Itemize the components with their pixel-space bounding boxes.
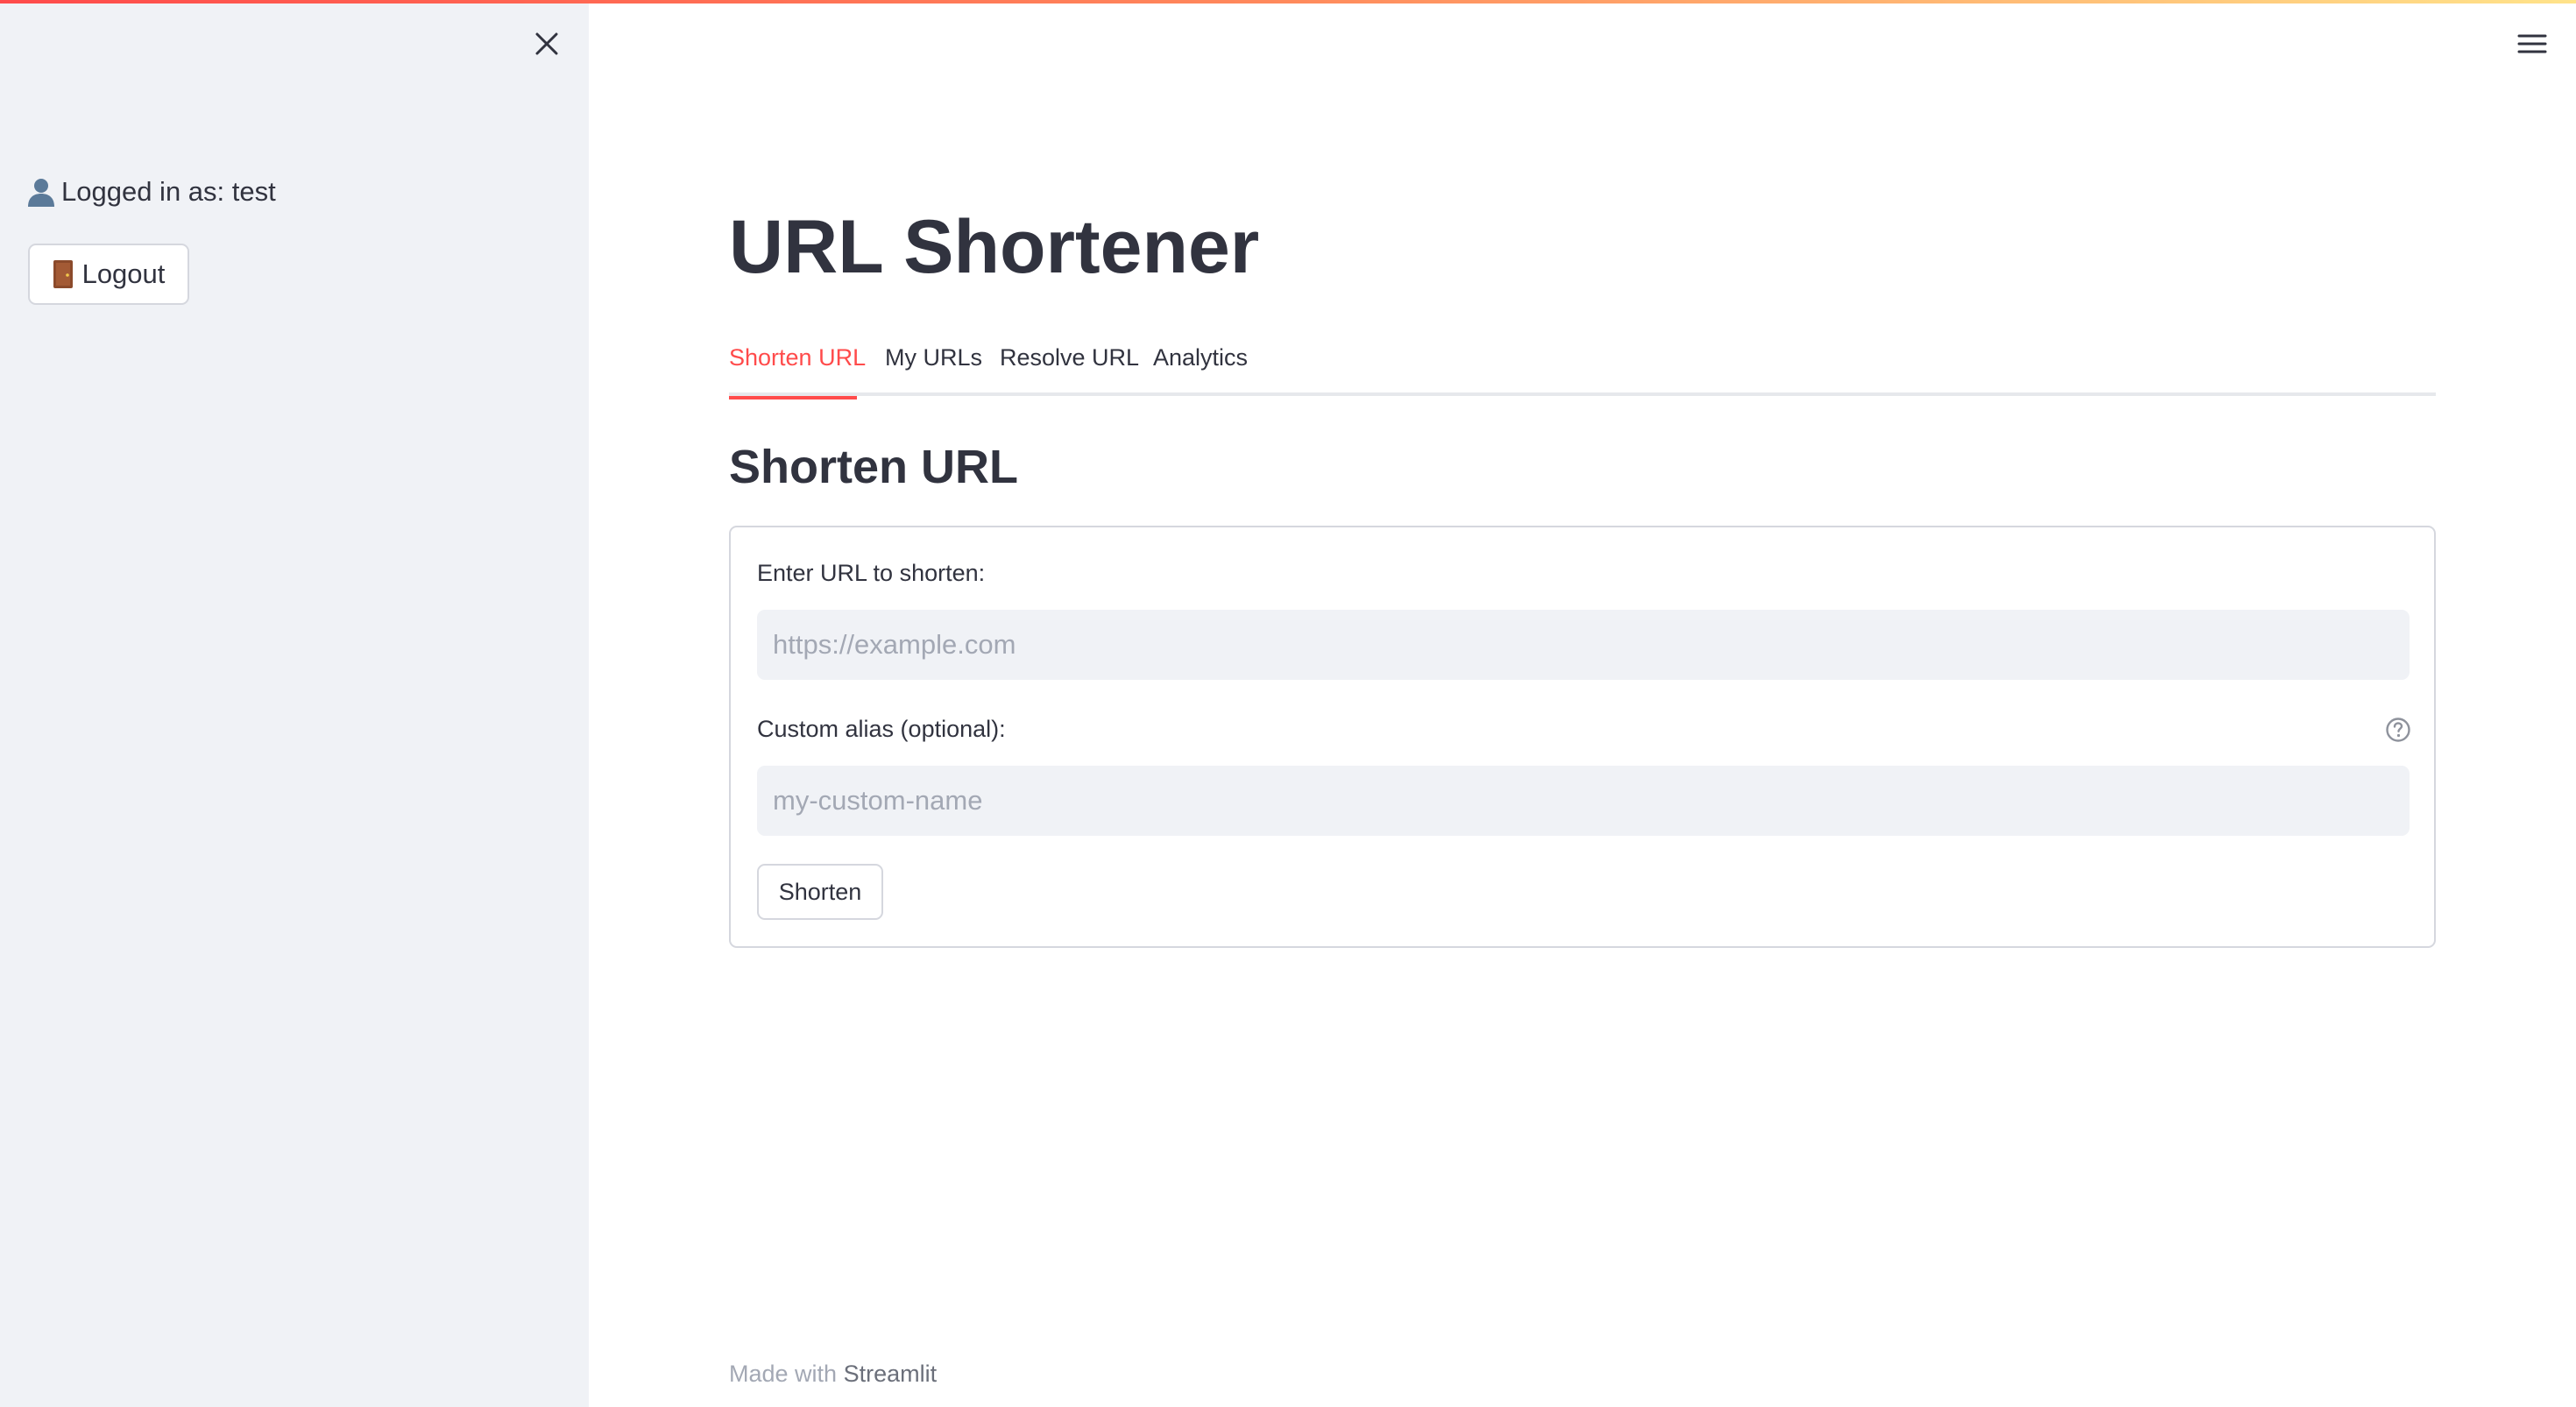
logout-button[interactable]: Logout [28,244,189,305]
alias-input[interactable] [757,766,2410,836]
section-heading: Shorten URL [729,441,1018,493]
logged-in-user: Logged in as: test [26,173,276,210]
sidebar: Logged in as: test Logout [0,0,589,1407]
active-tab-indicator [729,396,857,399]
footer: Made with Streamlit [729,1358,937,1389]
shorten-url-form: Enter URL to shorten: Custom alias (opti… [729,526,2436,948]
top-decoration-bar [0,0,2576,4]
tab-my-urls[interactable]: My URLs [885,333,982,396]
tab-label: Resolve URL [1000,344,1140,371]
shorten-button[interactable]: Shorten [757,864,883,920]
door-icon [53,260,73,288]
hamburger-menu-icon [2517,34,2547,53]
shorten-button-label: Shorten [778,878,862,905]
url-input[interactable] [757,610,2410,680]
question-circle-icon[interactable] [2385,717,2411,743]
streamlit-link[interactable]: Streamlit [844,1361,938,1387]
tab-label: Shorten URL [729,344,867,371]
main-menu-button[interactable] [2511,26,2553,61]
page-title: URL Shortener [729,205,1260,289]
logout-label: Logout [81,258,166,289]
close-sidebar-button[interactable] [531,28,563,60]
close-icon [535,32,558,55]
tab-label: My URLs [885,344,983,371]
footer-prefix: Made with [729,1361,838,1387]
tab-shorten-url[interactable]: Shorten URL [729,333,867,399]
alias-field-label: Custom alias (optional): [757,716,1006,742]
tab-label: Analytics [1153,344,1249,371]
logged-in-text: Logged in as: test [61,176,276,207]
tab-resolve-url[interactable]: Resolve URL [1000,333,1139,396]
tab-analytics[interactable]: Analytics [1153,333,1248,396]
tab-bar: Shorten URL My URLs Resolve URL Analytic… [729,333,2436,399]
bust-in-silhouette-icon [28,179,54,207]
url-field-label: Enter URL to shorten: [757,560,986,586]
